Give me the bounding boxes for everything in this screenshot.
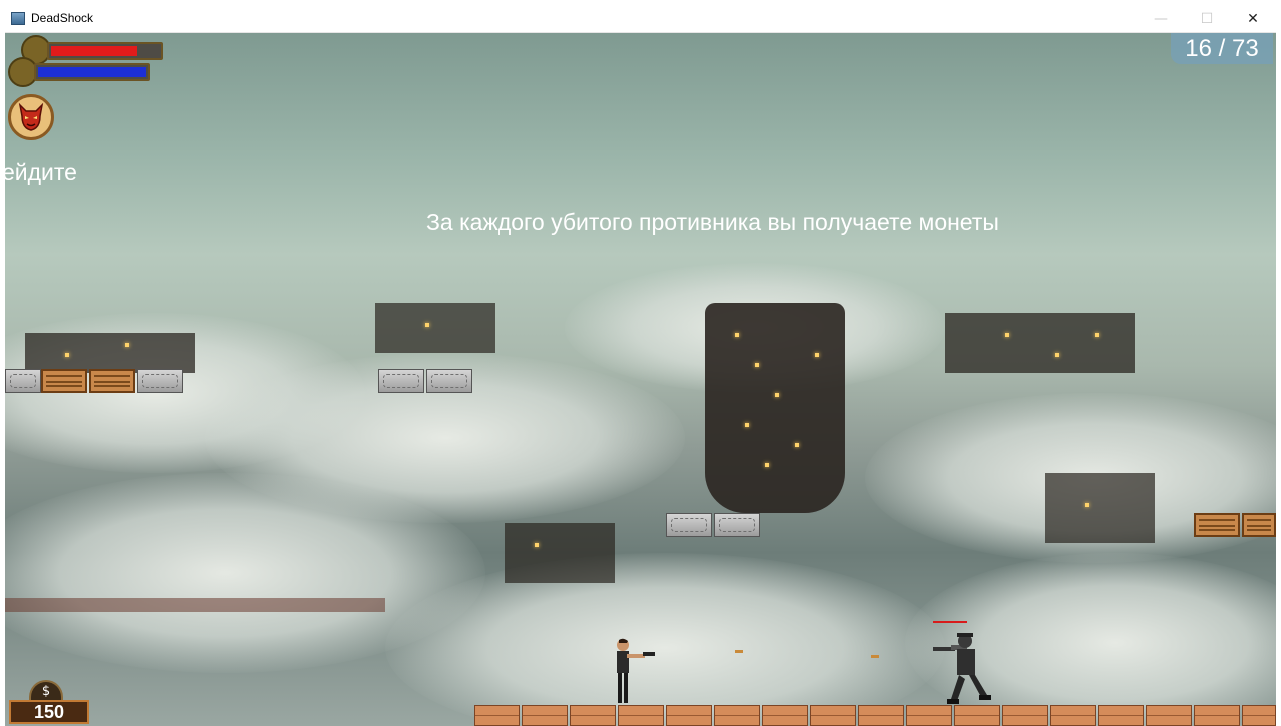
health-bar — [47, 42, 163, 60]
close-button[interactable]: ✕ — [1230, 5, 1276, 32]
health-bar-fill — [51, 46, 137, 56]
tutorial-message: За каждого убитого противника вы получае… — [426, 209, 999, 235]
hint-text-fragment: ейдите — [5, 159, 77, 185]
coin-amount: 150 — [9, 700, 89, 724]
minimize-button[interactable]: — — [1138, 5, 1184, 32]
game-window: DeadShock — ☐ ✕ 16 / 73 ейдите За каждог… — [0, 0, 1281, 726]
bullet — [735, 650, 743, 653]
app-icon — [11, 12, 25, 25]
dollar-emblem-icon: $ — [29, 680, 63, 702]
game-viewport[interactable]: 16 / 73 ейдите За каждого убитого против… — [5, 33, 1276, 726]
enemy-health-bar — [933, 621, 967, 623]
coin-counter: $ 150 — [9, 680, 89, 726]
enemy-soldier — [931, 621, 995, 705]
bullet — [871, 655, 879, 658]
player-character — [611, 637, 661, 705]
mana-bar-fill — [38, 67, 146, 77]
enemies-counter: 16 / 73 — [1171, 33, 1273, 64]
mana-bar — [34, 63, 150, 81]
demon-face-icon[interactable] — [8, 94, 54, 140]
maximize-button[interactable]: ☐ — [1184, 5, 1230, 32]
window-title: DeadShock — [31, 11, 94, 25]
title-bar[interactable]: DeadShock — ☐ ✕ — [5, 5, 1276, 33]
